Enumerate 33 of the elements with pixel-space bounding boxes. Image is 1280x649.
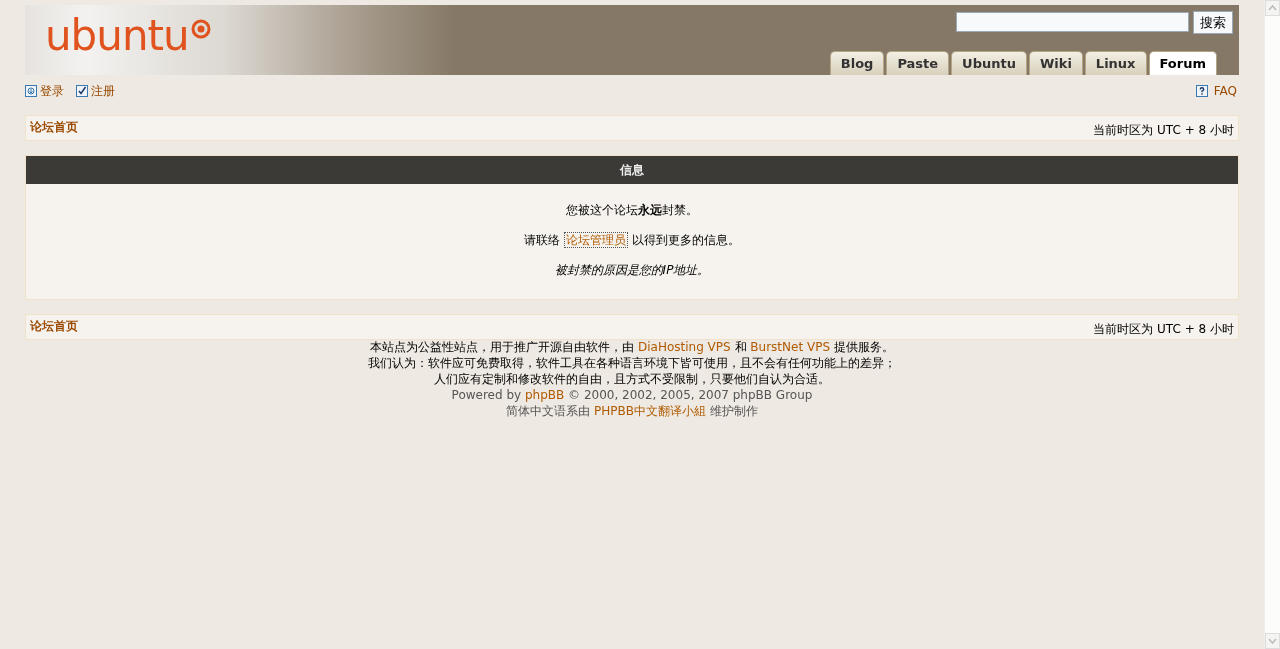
forum-home-link[interactable]: 论坛首页 [30, 118, 78, 136]
message-text: 被封禁的原因是您的IP地址。 [554, 262, 710, 279]
search-field[interactable] [956, 12, 1189, 32]
search-button[interactable]: 搜索 [1193, 11, 1233, 34]
nav-tab[interactable]: Ubuntu [951, 51, 1027, 75]
message-text: 您被这个论坛永远封禁。 [566, 202, 698, 219]
footer-text: Powered by phpBB © 2000, 2002, 2005, 2007 phpBB Group [451, 387, 813, 403]
text-link[interactable]: DiaHosting VPS [638, 340, 731, 354]
text-link[interactable]: PHPBB中文翻译小組 [594, 404, 706, 418]
login-link[interactable]: 登录 [25, 82, 64, 100]
circle-of-friends-icon [190, 19, 211, 39]
faq-link[interactable]: FAQ [1195, 82, 1237, 100]
text-link[interactable]: 论坛管理员 [564, 232, 628, 248]
ubuntu-logo[interactable]: ubuntu [25, 5, 211, 55]
footer-text: 我们认为：软件应可免费取得，软件工具在各种语言环境下皆可使用，且不会有任何功能上的差异； [368, 355, 896, 371]
footer-text: 简体中文语系由 PHPBB中文翻译小組 维护制作 [506, 403, 758, 419]
nav-tab[interactable]: Paste [886, 51, 950, 75]
forum-home-link[interactable]: 论坛首页 [30, 317, 78, 335]
nav-tab[interactable]: Wiki [1028, 51, 1083, 75]
register-link[interactable]: 注册 [76, 82, 115, 100]
timezone-text: 当前时区为 UTC + 8 小时 [1093, 321, 1234, 338]
message-text: 请联络 论坛管理员 以得到更多的信息。 [524, 231, 740, 249]
footer-text: 本站点为公益性站点，用于推广开源自由软件，由 DiaHosting VPS 和 BurstNet VPS 提供服务。 [370, 339, 894, 355]
footer-text: 人们应有定制和修改软件的自由，且方式不受限制，只要他们自认为合适。 [434, 371, 830, 387]
nav-tab[interactable]: Forum [1148, 51, 1217, 75]
help-icon [1195, 85, 1208, 97]
nav-tab[interactable]: Linux [1084, 51, 1147, 75]
timezone-text: 当前时区为 UTC + 8 小时 [1093, 122, 1234, 139]
text-link[interactable]: BurstNet VPS [750, 340, 830, 354]
panel-title: 信息 [620, 162, 644, 179]
checkbox-icon [76, 85, 88, 97]
nav-tab[interactable]: Blog [829, 51, 885, 75]
text-link[interactable]: phpBB [524, 388, 565, 402]
